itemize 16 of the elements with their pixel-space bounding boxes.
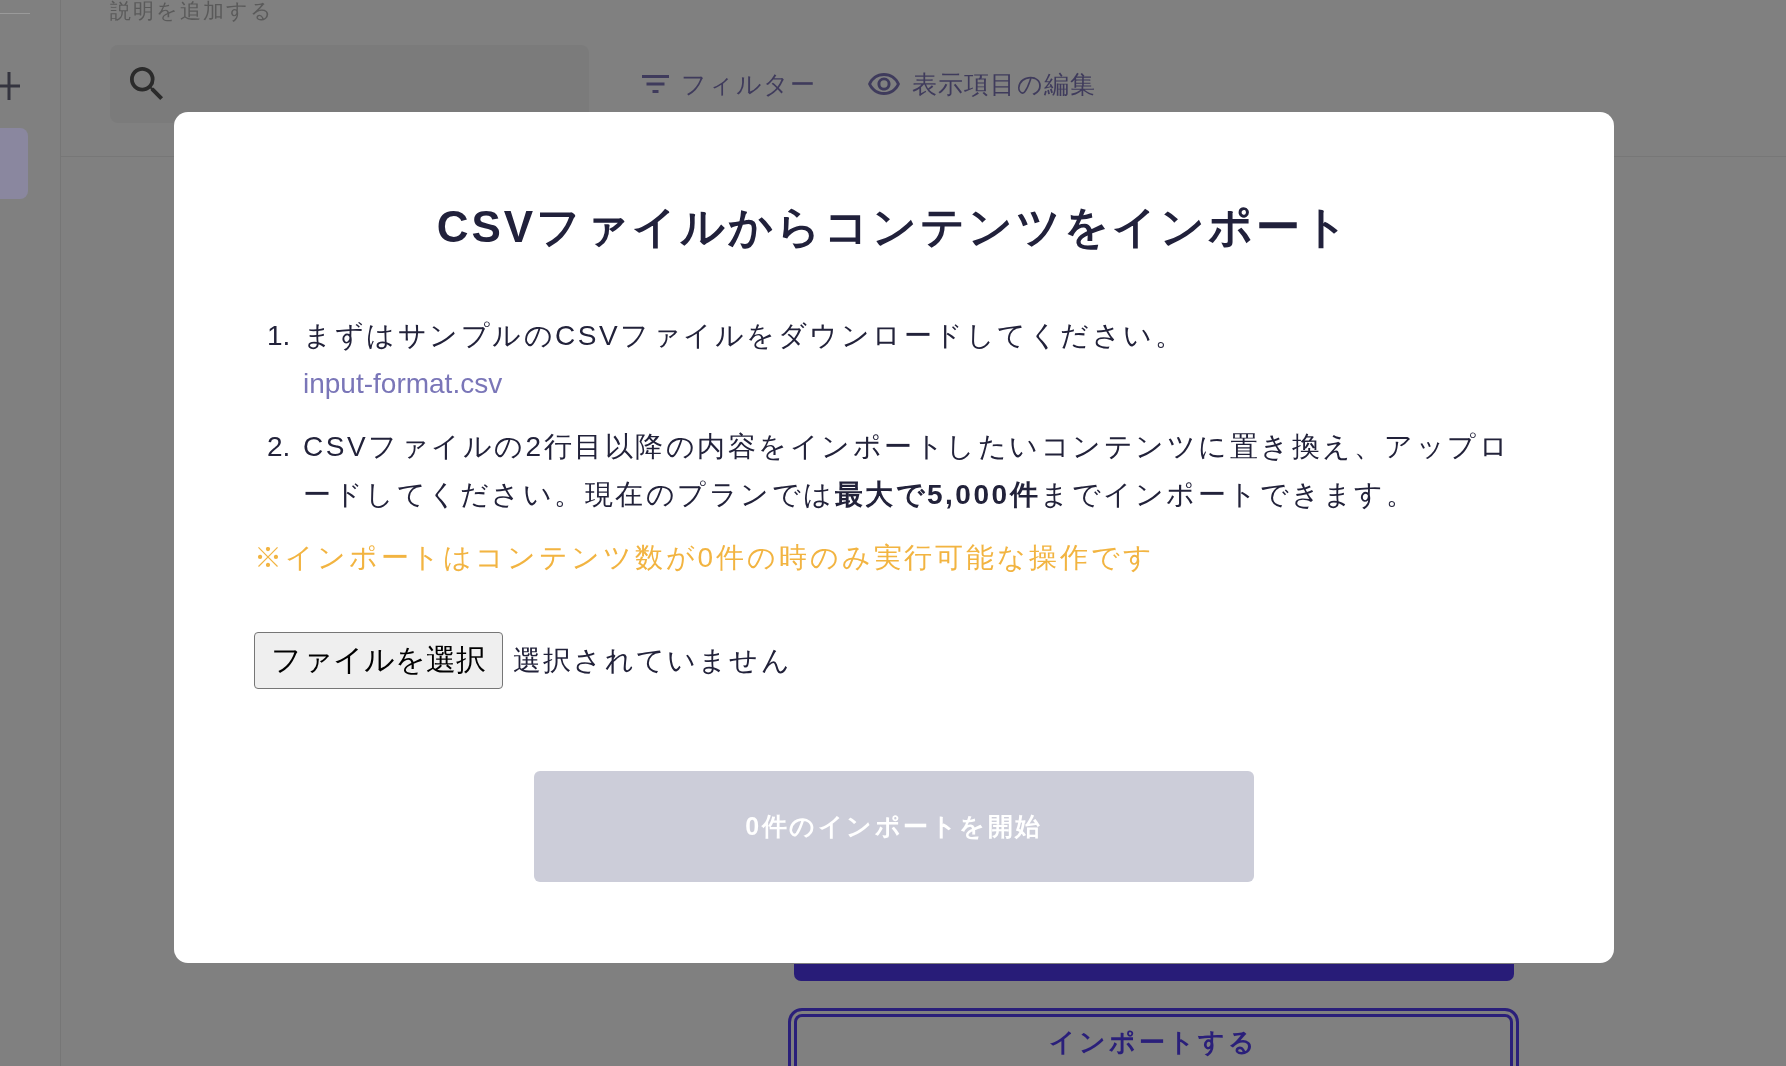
step-number: 2. <box>267 430 292 464</box>
file-status-text: 選択されていません <box>513 643 792 678</box>
choose-file-button[interactable]: ファイルを選択 <box>254 632 503 689</box>
sample-file-link[interactable]: input-format.csv <box>303 360 503 408</box>
step-text: CSVファイルの2行目以降の内容をインポートしたいコンテンツに置き換え、アップロードしてください。現在のプランでは最大で5,000件までインポートできます。 <box>303 430 1512 512</box>
filter-icon <box>642 75 669 93</box>
edit-columns-button[interactable]: 表示項目の編集 <box>867 67 1097 101</box>
step-text: まずはサンプルのCSVファイルをダウンロードしてください。 <box>303 319 1186 353</box>
eye-icon <box>867 73 900 95</box>
dialog-title: CSVファイルからコンテンツをインポート <box>436 203 1352 251</box>
step-number: 1. <box>267 319 292 353</box>
import-button[interactable]: インポートする <box>788 1008 1519 1066</box>
search-icon <box>130 67 164 101</box>
notice-text: ※インポートはコンテンツ数が0件の時のみ実行可能な操作です <box>254 541 1155 575</box>
plus-icon[interactable] <box>0 72 20 100</box>
filter-button[interactable]: フィルター <box>642 67 817 101</box>
